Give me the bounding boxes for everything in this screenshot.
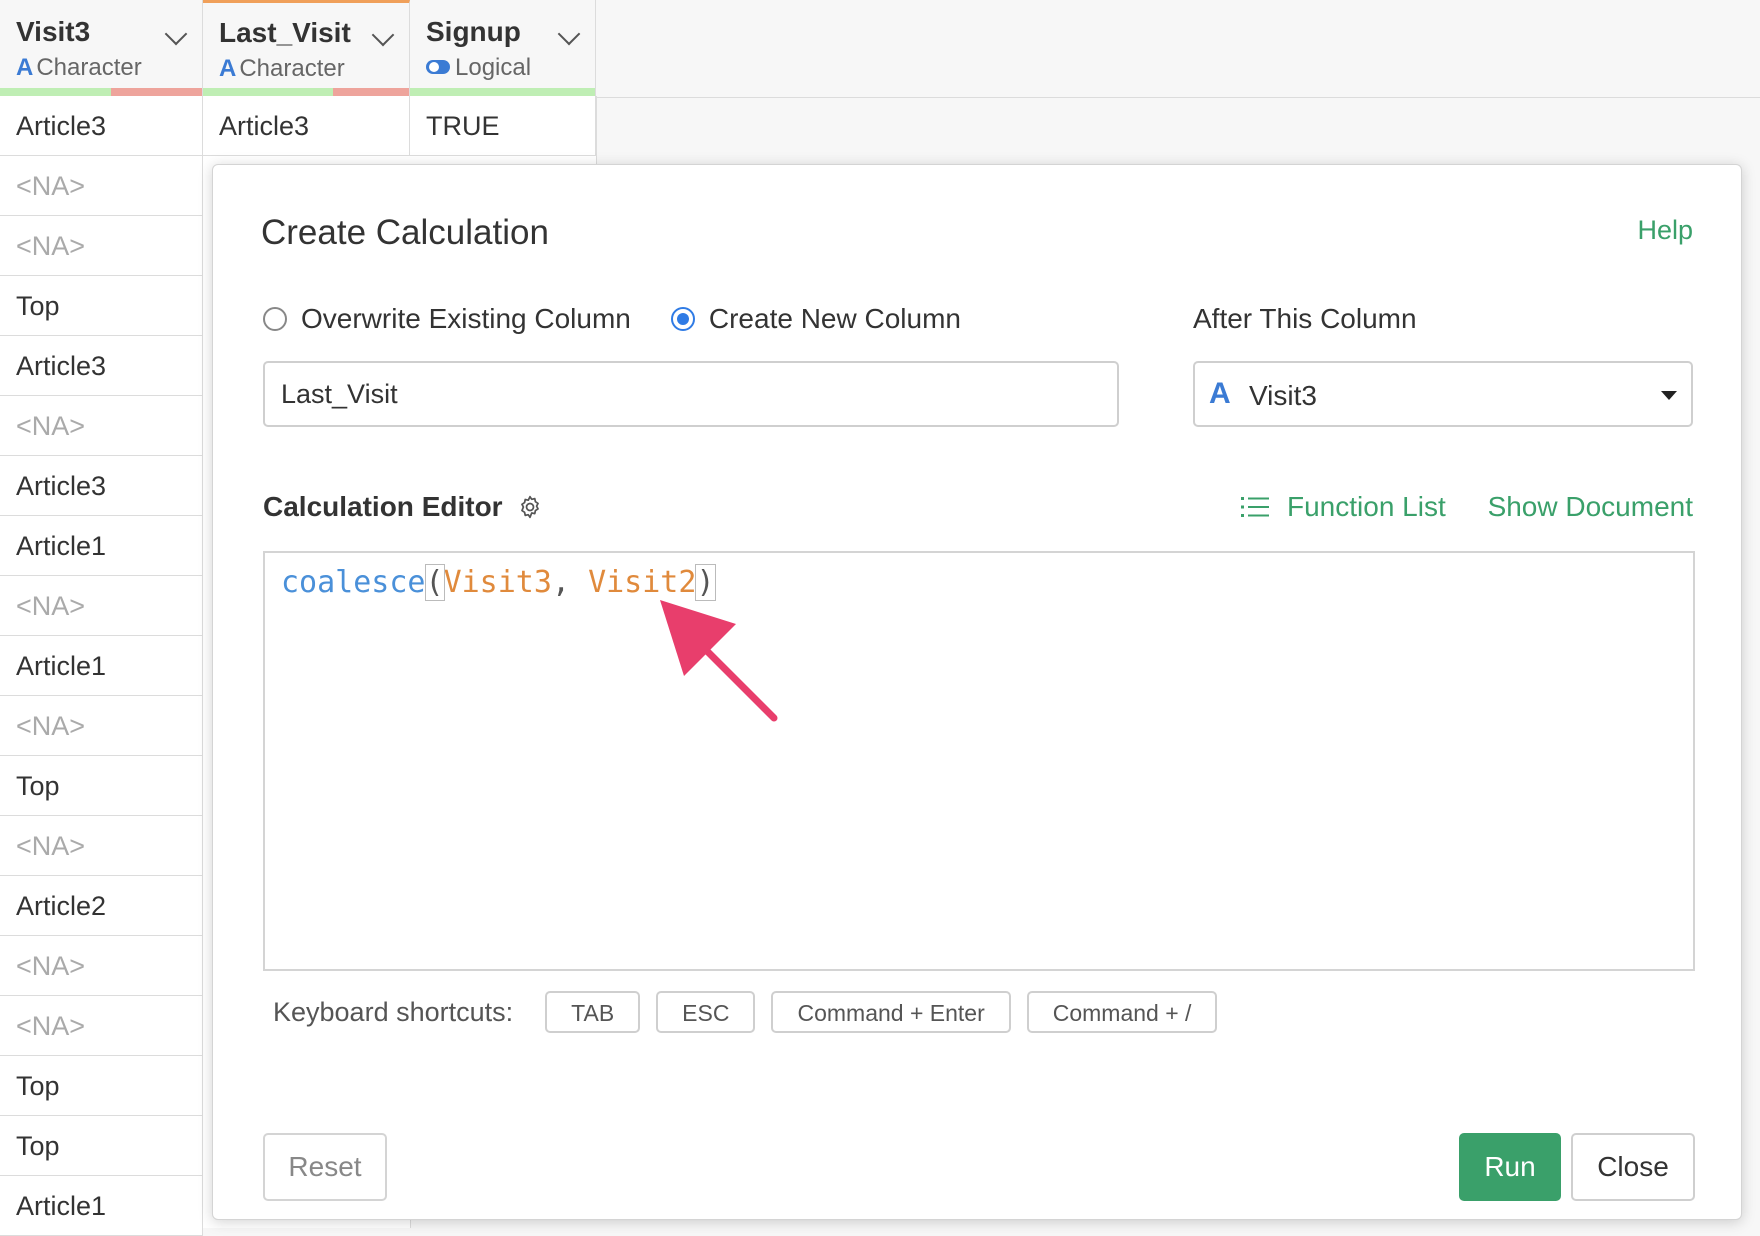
- calculation-editor-label: Calculation Editor: [263, 491, 543, 523]
- radio-label: Create New Column: [708, 303, 961, 334]
- close-button[interactable]: Close: [1571, 1133, 1695, 1201]
- table-cell[interactable]: Top: [0, 1116, 203, 1176]
- caret-down-icon: [1661, 391, 1677, 400]
- column-type: Logical: [426, 54, 531, 82]
- table-cell[interactable]: <NA>: [0, 156, 203, 216]
- column-type-label: Character: [36, 54, 142, 81]
- editor-label-text: Calculation Editor: [263, 491, 503, 522]
- shortcut-key: Command + Enter: [771, 991, 1011, 1033]
- shortcut-key: Command + /: [1026, 991, 1218, 1033]
- column-type: A Character: [219, 55, 345, 83]
- quality-bar: [203, 88, 409, 96]
- shortcuts-label: Keyboard shortcuts:: [273, 996, 514, 1027]
- annotation-arrow-icon: [660, 600, 778, 722]
- table-cell[interactable]: <NA>: [0, 816, 203, 876]
- column-name: Visit3: [16, 16, 91, 47]
- select-value: Visit3: [1249, 380, 1317, 411]
- table-cell[interactable]: Article2: [0, 876, 203, 936]
- code-separator: ,: [551, 565, 589, 600]
- after-column-select[interactable]: A Visit3: [1193, 361, 1693, 427]
- character-icon: A: [1209, 377, 1231, 410]
- calculation-code-editor[interactable]: coalesce(Visit3, Visit2): [263, 551, 1695, 971]
- radio-label: Overwrite Existing Column: [301, 303, 631, 334]
- list-icon: [1241, 497, 1269, 517]
- show-document-link[interactable]: Show Document: [1488, 491, 1693, 523]
- table-cell[interactable]: <NA>: [0, 396, 203, 456]
- table-cell[interactable]: Article1: [0, 636, 203, 696]
- code-arg-column: Visit3: [443, 565, 552, 600]
- table-cell[interactable]: Article3: [0, 336, 203, 396]
- function-list-label: Function List: [1287, 491, 1446, 522]
- chevron-down-icon[interactable]: [371, 23, 395, 47]
- table-cell[interactable]: <NA>: [0, 996, 203, 1056]
- gear-icon[interactable]: [517, 494, 543, 520]
- radio-checked-icon[interactable]: [670, 307, 695, 331]
- logical-toggle-icon: [426, 60, 450, 74]
- table-cell[interactable]: TRUE: [410, 96, 596, 156]
- after-column-label: After This Column: [1193, 303, 1417, 334]
- grid-header-empty: [596, 0, 1760, 98]
- column-header-signup[interactable]: Signup Logical: [410, 0, 596, 96]
- table-cell[interactable]: <NA>: [0, 936, 203, 996]
- table-cell[interactable]: Top: [0, 276, 203, 336]
- quality-bar: [0, 88, 202, 96]
- new-column-name-input[interactable]: [263, 361, 1119, 427]
- shortcut-key: ESC: [656, 991, 756, 1033]
- column-mode-radio-group: Overwrite Existing Column Create New Col…: [263, 303, 1001, 335]
- table-cell[interactable]: Article3: [0, 456, 203, 516]
- column-type-label: Character: [239, 55, 345, 82]
- radio-create-new-column[interactable]: Create New Column: [670, 303, 961, 335]
- chevron-down-icon[interactable]: [557, 22, 581, 46]
- quality-bar: [410, 88, 595, 96]
- table-cell[interactable]: Article3: [203, 96, 410, 156]
- column-type: A Character: [16, 54, 142, 82]
- reset-button[interactable]: Reset: [263, 1133, 387, 1201]
- dialog-title: Create Calculation: [261, 213, 549, 252]
- character-icon: A: [219, 55, 237, 82]
- function-list-link[interactable]: Function List: [1241, 491, 1446, 523]
- run-button[interactable]: Run: [1459, 1133, 1561, 1201]
- table-cell[interactable]: <NA>: [0, 696, 203, 756]
- column-name: Signup: [426, 16, 521, 47]
- table-cell[interactable]: <NA>: [0, 576, 203, 636]
- help-link[interactable]: Help: [1637, 215, 1693, 246]
- radio-unchecked-icon[interactable]: [263, 307, 287, 331]
- character-icon: A: [16, 54, 34, 81]
- create-calculation-dialog: Create Calculation Help Overwrite Existi…: [212, 164, 1742, 1220]
- table-cell[interactable]: Top: [0, 756, 203, 816]
- column-header-visit3[interactable]: Visit3 A Character: [0, 0, 203, 96]
- code-function: coalesce: [281, 565, 426, 600]
- column-name: Last_Visit: [219, 17, 351, 48]
- shortcut-key: TAB: [545, 991, 641, 1033]
- table-cell[interactable]: Article1: [0, 516, 203, 576]
- table-cell[interactable]: Article3: [0, 96, 203, 156]
- table-cell[interactable]: <NA>: [0, 216, 203, 276]
- column-header-last-visit[interactable]: Last_Visit A Character: [203, 0, 410, 96]
- table-cell[interactable]: Top: [0, 1056, 203, 1116]
- chevron-down-icon[interactable]: [164, 22, 188, 46]
- table-cell[interactable]: Article1: [0, 1176, 203, 1236]
- keyboard-shortcuts: Keyboard shortcuts: TAB ESC Command + En…: [273, 991, 1218, 1033]
- code-open-paren: (: [424, 564, 445, 601]
- radio-overwrite-existing-column[interactable]: Overwrite Existing Column: [263, 303, 631, 335]
- column-type-label: Logical: [455, 54, 532, 81]
